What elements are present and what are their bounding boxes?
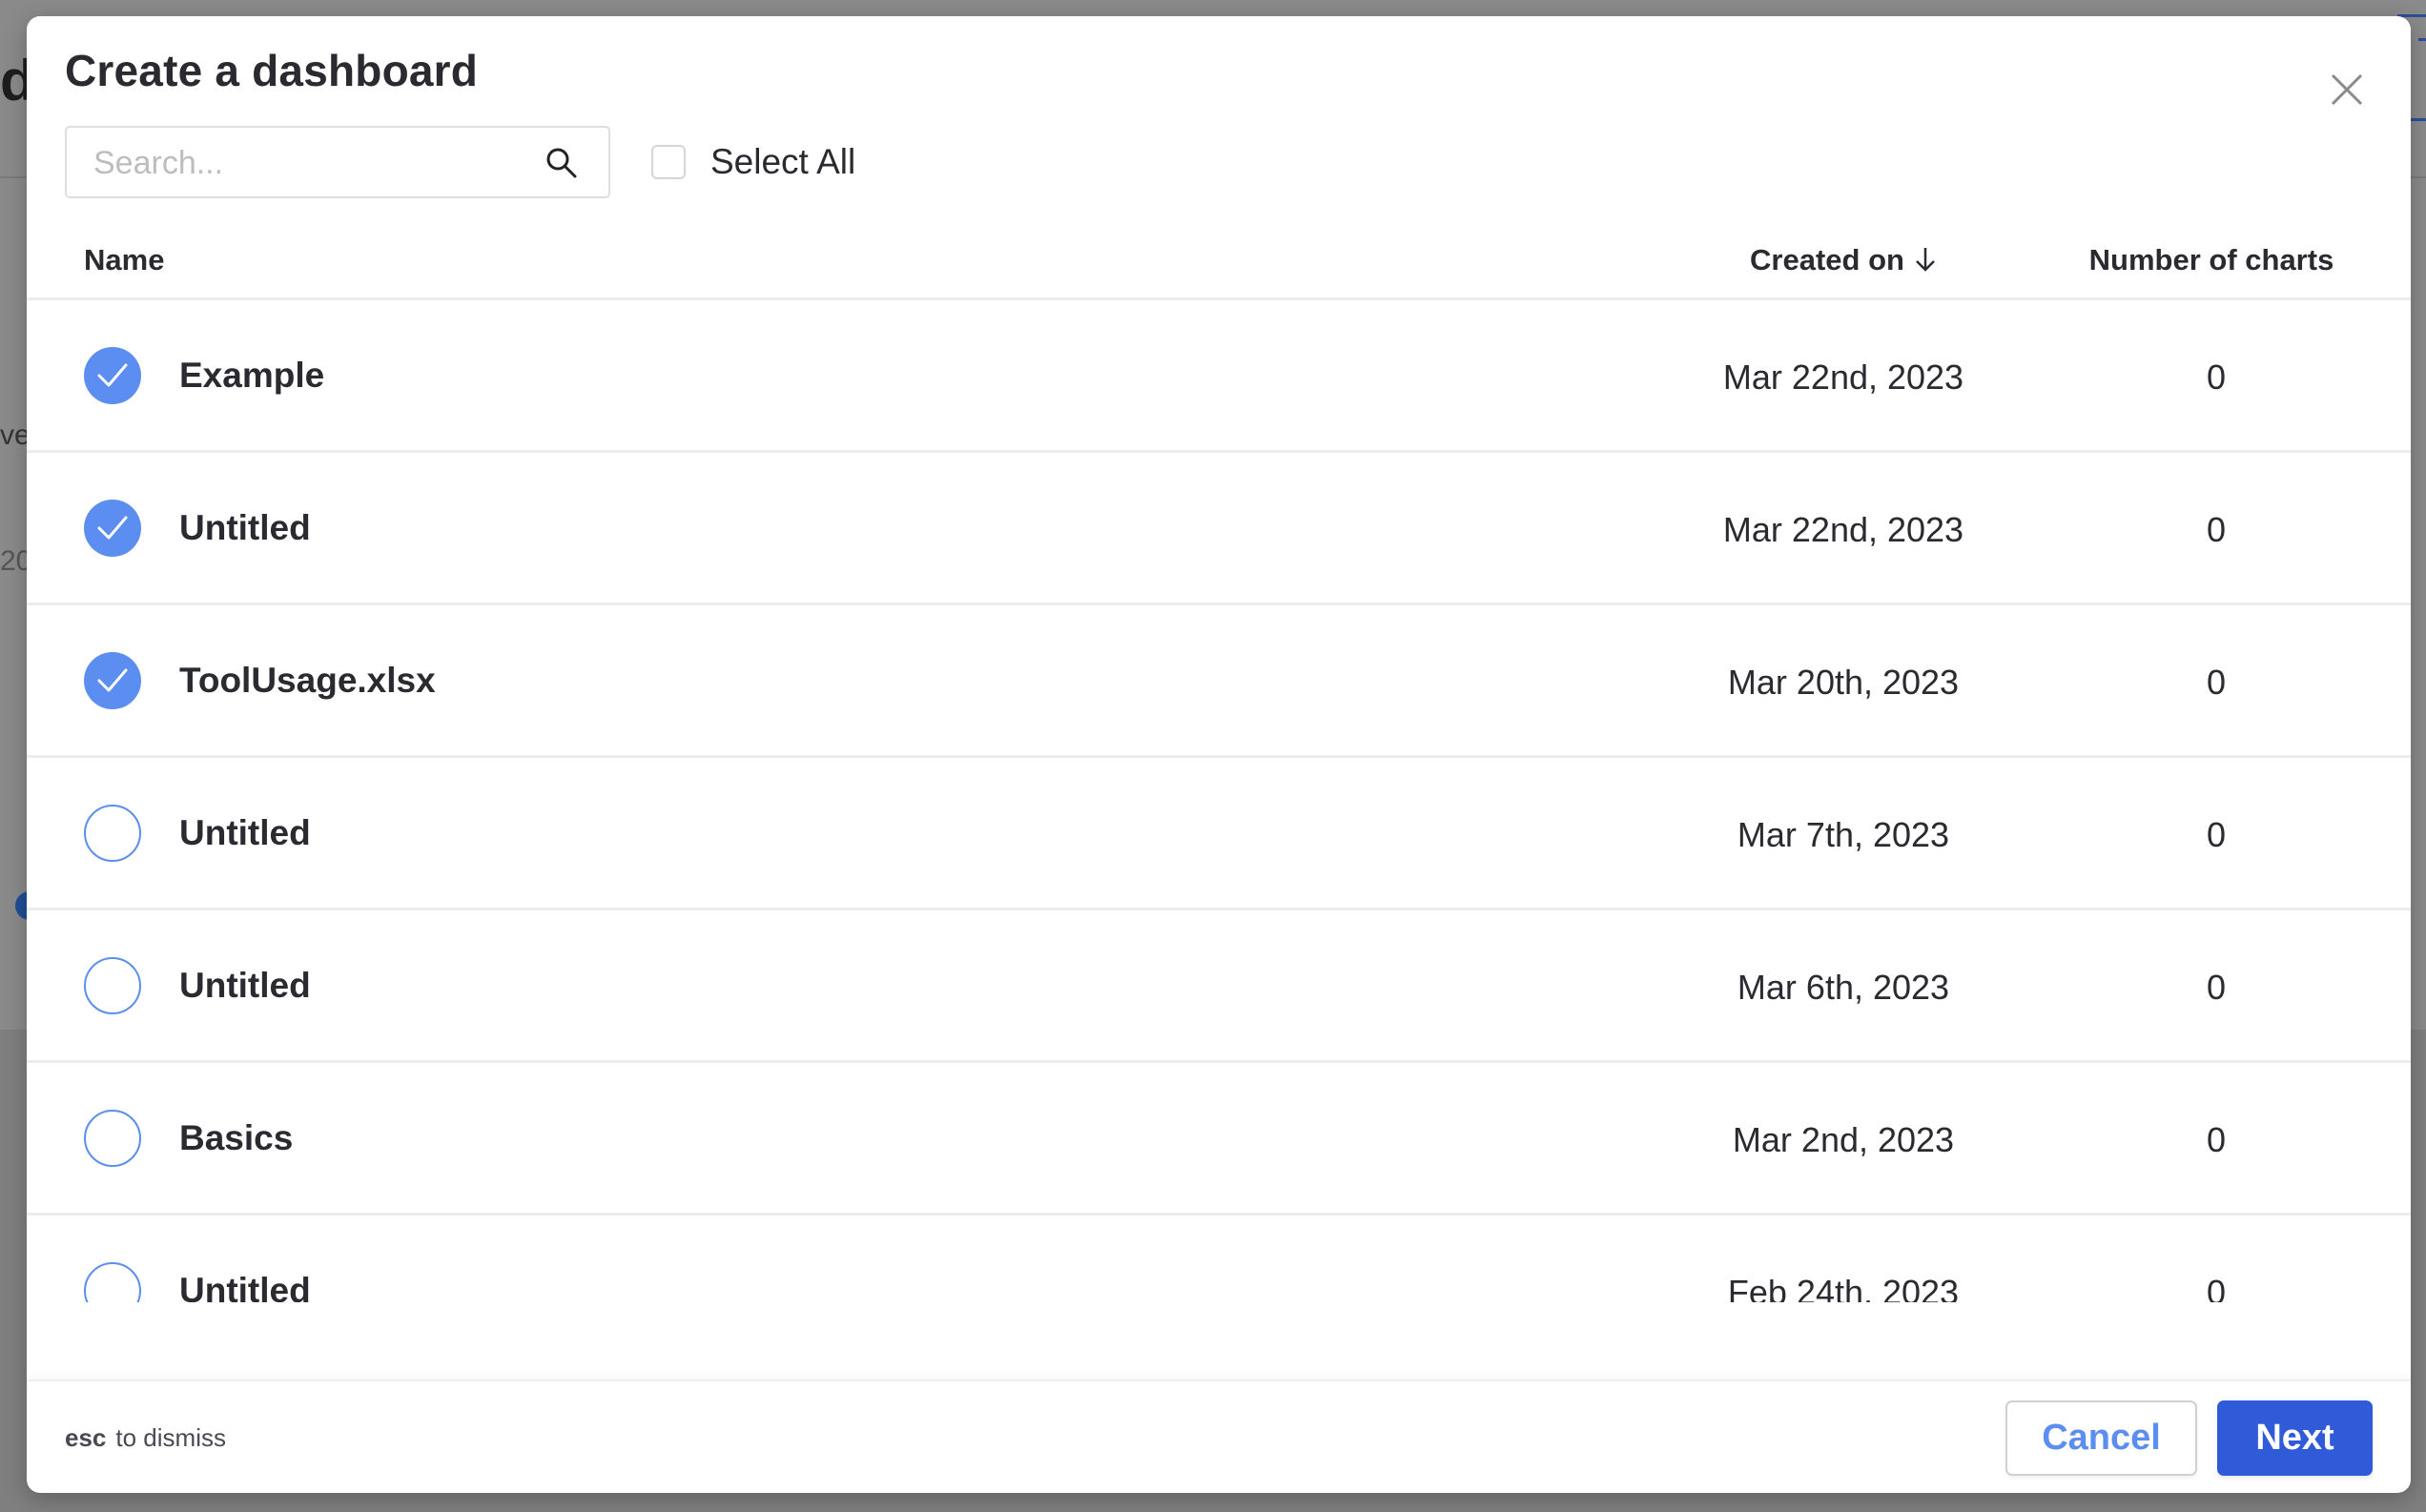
dashboard-list[interactable]: Example Mar 22nd, 2023 0 Untitled Mar 22nd, … [27,300,2411,1302]
created-on-date: Mar 20th, 2023 [1727,663,1960,702]
select-all-toggle[interactable]: Select All [651,142,855,182]
close-icon [2331,73,2363,106]
checkmark-icon [97,363,128,387]
cancel-button[interactable]: Cancel [2005,1400,2197,1476]
dashboard-name: Untitled [179,1271,311,1302]
unchecked-circle-checkbox[interactable] [84,805,141,862]
modal-footer: esc to dismiss Cancel Next [27,1379,2411,1493]
next-button[interactable]: Next [2217,1400,2373,1476]
unchecked-circle-checkbox[interactable] [84,957,141,1014]
select-all-label: Select All [710,142,856,181]
table-row[interactable]: Untitled Mar 22nd, 2023 0 [27,453,2411,605]
create-dashboard-modal: Create a dashboard Select All Name Creat… [27,16,2411,1493]
dashboard-name: Basics [179,1118,294,1157]
created-on-date: Mar 22nd, 2023 [1722,358,1964,397]
number-of-charts: 0 [2206,663,2227,702]
esc-key-label: esc [65,1423,107,1452]
table-row[interactable]: Basics Mar 2nd, 2023 0 [27,1063,2411,1216]
dismiss-hint: esc to dismiss [65,1423,226,1453]
column-header-number-of-charts[interactable]: Number of charts [2054,243,2369,277]
table-row[interactable]: ToolUsage.xlsx Mar 20th, 2023 0 [27,605,2411,758]
table-row[interactable]: Example Mar 22nd, 2023 0 [27,300,2411,453]
created-on-date: Mar 7th, 2023 [1737,815,1950,854]
dashboard-name: Untitled [179,966,311,1005]
search-icon[interactable] [544,145,580,181]
checked-circle-checkbox[interactable] [84,500,141,557]
number-of-charts: 0 [2206,1120,2227,1159]
checked-circle-checkbox[interactable] [84,652,141,709]
unchecked-circle-checkbox[interactable] [84,1110,141,1167]
column-header-created-on[interactable]: Created on [1734,243,1953,277]
select-all-checkbox[interactable] [651,145,686,179]
number-of-charts: 0 [2206,358,2227,397]
background-text-fragment: ve [0,419,31,451]
created-on-date: Mar 6th, 2023 [1737,968,1950,1007]
search-field [65,126,610,198]
search-input[interactable] [92,128,515,198]
checkmark-icon [97,668,128,692]
table-row[interactable]: Untitled Feb 24th, 2023 0 [27,1216,2411,1302]
close-button[interactable] [2323,66,2371,113]
number-of-charts: 0 [2206,815,2227,854]
dashboard-name: ToolUsage.xlsx [179,661,436,700]
created-on-date: Feb 24th, 2023 [1727,1273,1960,1302]
created-on-date: Mar 22nd, 2023 [1722,510,1964,549]
number-of-charts: 0 [2206,510,2227,549]
created-on-date: Mar 2nd, 2023 [1732,1120,1955,1159]
unchecked-circle-checkbox[interactable] [84,1262,141,1302]
dashboard-name: Untitled [179,508,311,547]
checkmark-icon [97,516,128,540]
sort-arrow-down-icon [1916,248,1935,272]
table-header: Name Created on Number of charts [27,226,2411,300]
column-header-name[interactable]: Name [84,243,164,277]
number-of-charts: 0 [2206,968,2227,1007]
background-tab-marker [2418,38,2426,41]
table-row[interactable]: Untitled Mar 7th, 2023 0 [27,758,2411,910]
column-header-created-on-label: Created on [1750,243,1904,276]
modal-title: Create a dashboard [65,46,479,95]
number-of-charts: 0 [2206,1273,2227,1302]
dashboard-name: Untitled [179,813,311,852]
table-row[interactable]: Untitled Mar 6th, 2023 0 [27,910,2411,1063]
dashboard-name: Example [179,356,325,395]
dismiss-hint-text: to dismiss [115,1423,226,1452]
checked-circle-checkbox[interactable] [84,347,141,404]
